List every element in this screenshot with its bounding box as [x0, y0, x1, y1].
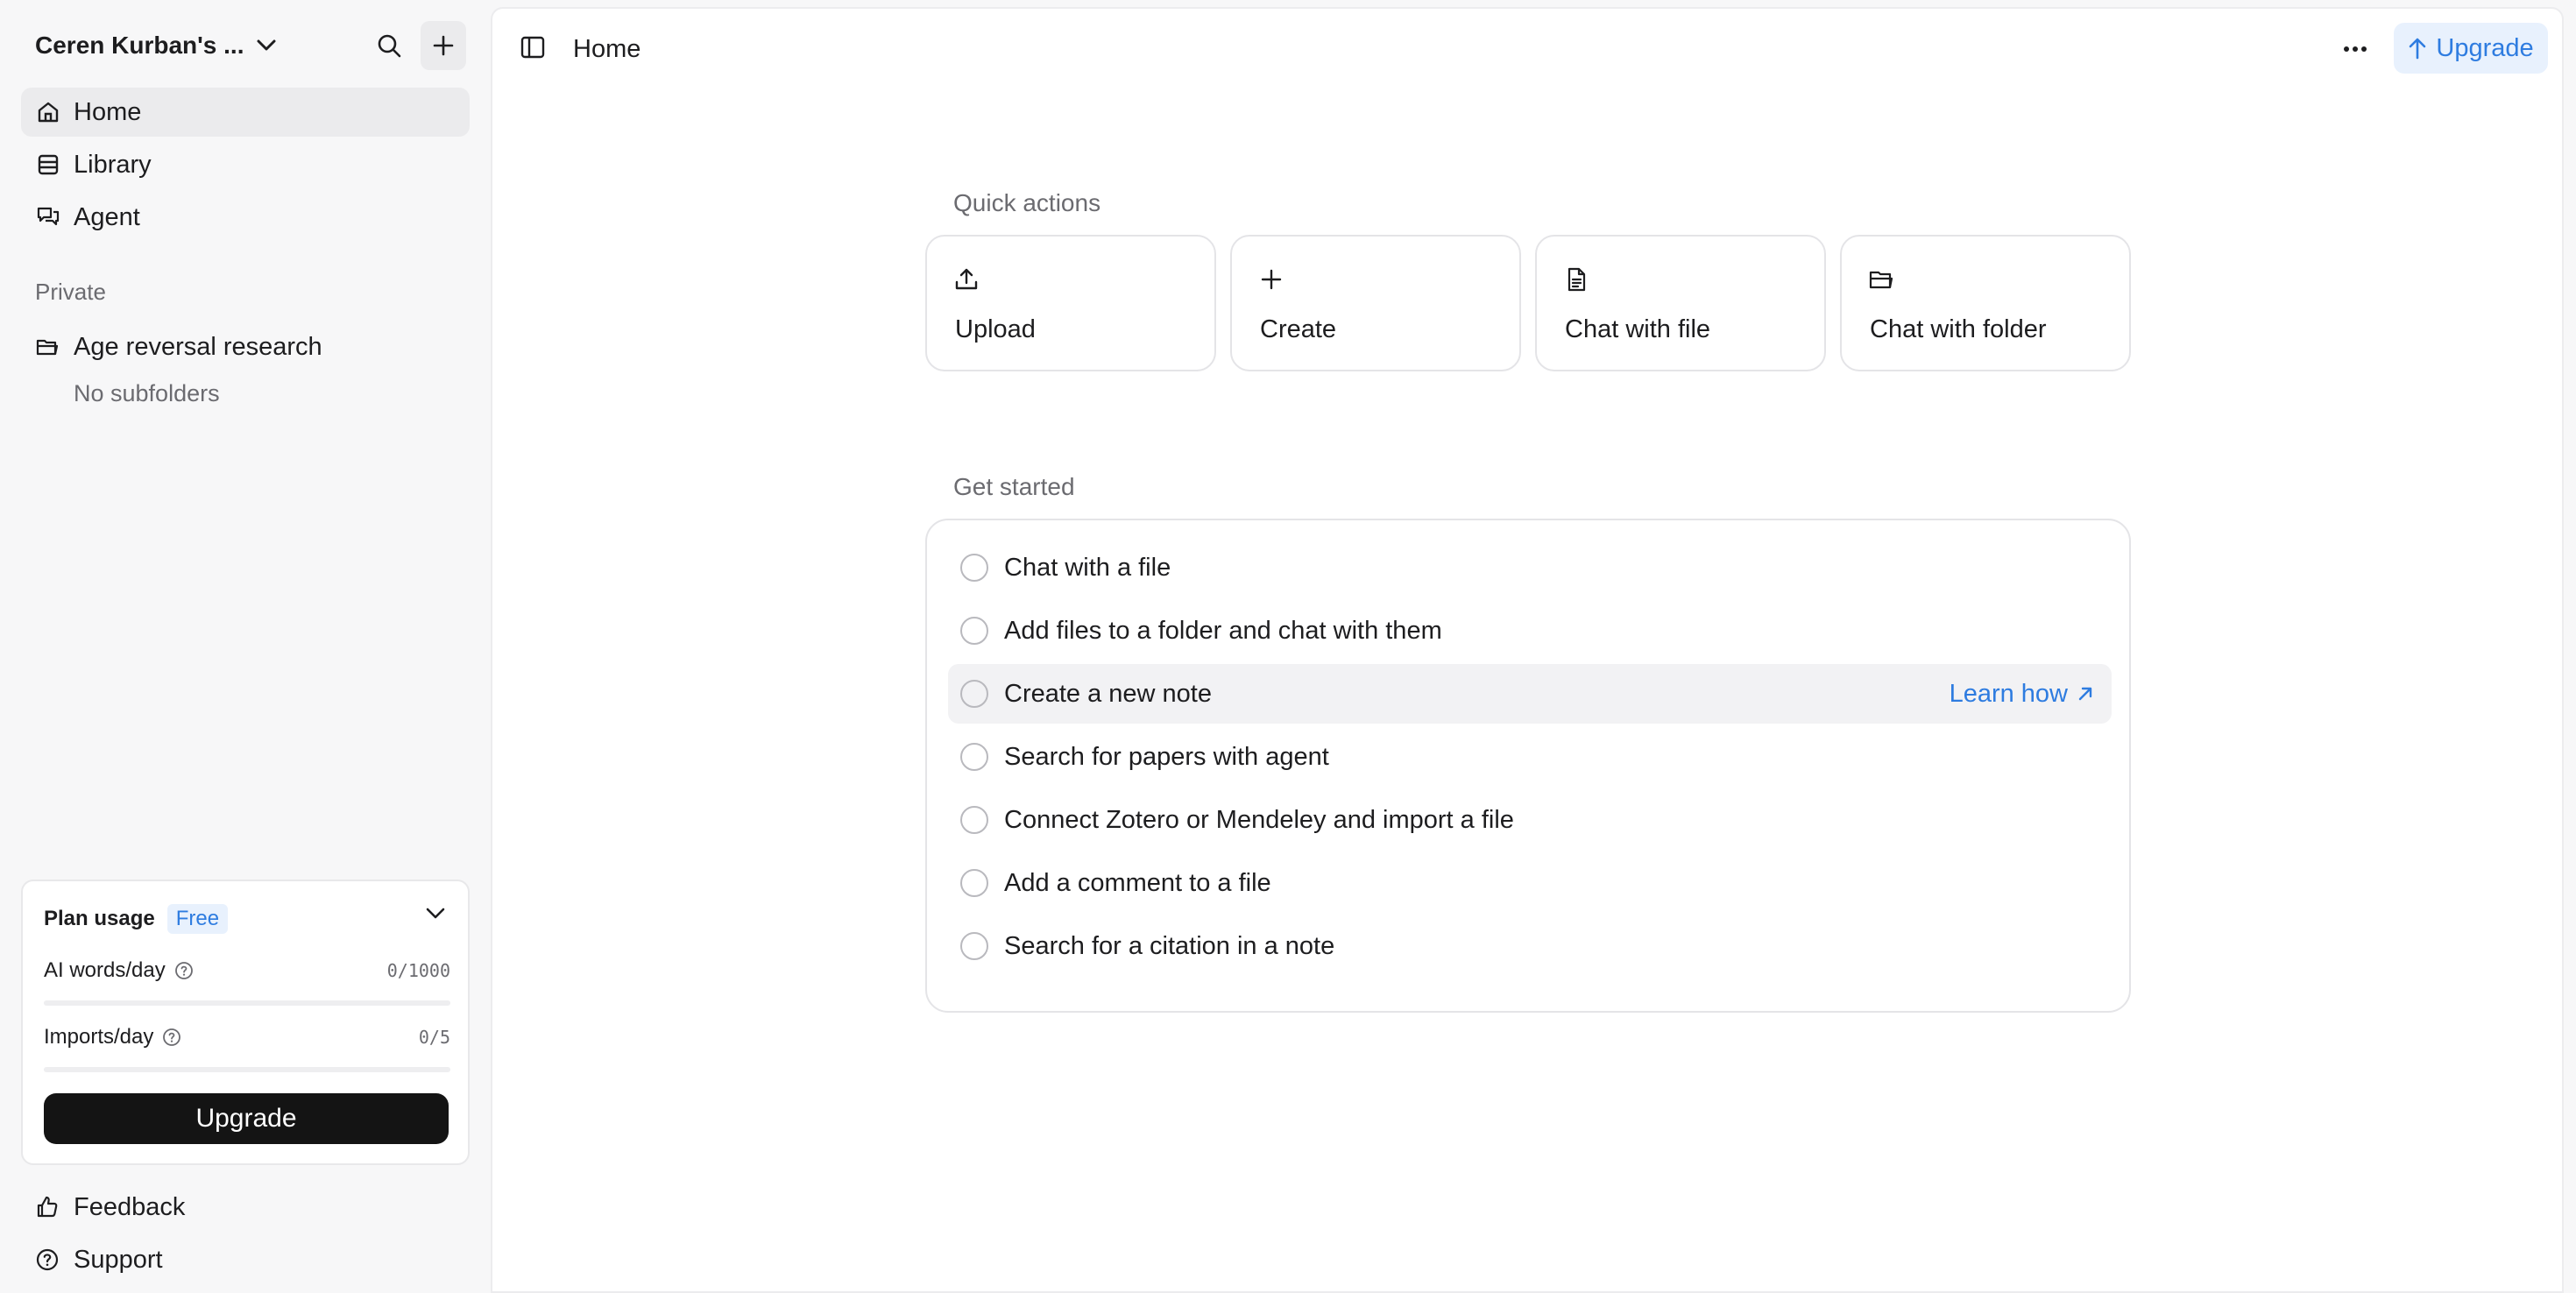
sidebar-item-label: Home	[74, 97, 142, 126]
learn-how-link[interactable]: Learn how	[1950, 680, 2094, 709]
plus-icon	[1258, 266, 1284, 293]
quick-action-chat-with-file[interactable]: Chat with file	[1535, 235, 1826, 371]
upgrade-label: Upgrade	[2436, 33, 2534, 62]
agent-icon	[35, 204, 61, 230]
quick-action-label: Create	[1260, 315, 1337, 343]
upload-icon	[953, 266, 980, 293]
checkbox-circle[interactable]	[960, 617, 988, 645]
checklist-item-label: Connect Zotero or Mendeley and import a …	[1004, 805, 1514, 834]
imports-progress	[44, 1067, 450, 1072]
workspace-name: Ceren Kurban's ...	[35, 32, 244, 59]
ai-words-row: AI words/day 0/1000	[44, 958, 450, 983]
ai-words-progress	[44, 1000, 450, 1006]
quick-actions-label: Quick actions	[953, 189, 1101, 216]
ai-words-value: 0/1000	[386, 960, 450, 981]
plan-usage-header: Plan usage Free	[44, 904, 229, 934]
checklist-item[interactable]: Add files to a folder and chat with them	[948, 601, 2112, 661]
learn-how-label: Learn how	[1949, 679, 2068, 708]
checkbox-circle[interactable]	[960, 554, 988, 582]
plan-usage-card: Plan usage Free AI words/day 0/1000 Impo…	[21, 880, 470, 1165]
help-circle-icon	[35, 1247, 61, 1273]
checkbox-circle[interactable]	[960, 869, 988, 897]
folder-item[interactable]: Age reversal research	[21, 322, 470, 371]
checklist-item[interactable]: Connect Zotero or Mendeley and import a …	[948, 790, 2112, 850]
get-started-label: Get started	[953, 473, 1075, 500]
checklist-item[interactable]: Search for a citation in a note	[948, 916, 2112, 976]
more-horizontal-icon	[2343, 46, 2367, 53]
folder-label: Age reversal research	[74, 332, 322, 361]
quick-action-label: Chat with folder	[1870, 315, 2047, 343]
support-button[interactable]: Support	[21, 1235, 470, 1284]
checklist-item-label: Add a comment to a file	[1004, 868, 1271, 897]
folder-icon	[1868, 266, 1894, 293]
checklist-item-label: Search for a citation in a note	[1004, 931, 1335, 960]
arrow-up-icon	[2408, 37, 2427, 60]
quick-action-upload[interactable]: Upload	[925, 235, 1216, 371]
home-icon	[35, 99, 61, 125]
checklist-item[interactable]: Create a new note Learn how	[948, 664, 2112, 724]
checklist-item-label: Search for papers with agent	[1004, 742, 1329, 771]
checkbox-circle[interactable]	[960, 680, 988, 708]
checklist-item-label: Chat with a file	[1004, 553, 1171, 582]
imports-value: 0/5	[418, 1027, 450, 1048]
toggle-sidebar-button[interactable]	[517, 32, 548, 63]
no-subfolders-text: No subfolders	[74, 380, 220, 406]
get-started-checklist: Chat with a file Add files to a folder a…	[925, 519, 2131, 1013]
new-item-button[interactable]	[421, 21, 466, 70]
search-icon	[376, 32, 402, 59]
file-icon	[1563, 266, 1589, 293]
sidebar-item-home[interactable]: Home	[21, 88, 470, 137]
library-icon	[35, 152, 61, 178]
external-link-icon	[2077, 685, 2094, 703]
folder-icon	[35, 334, 61, 360]
search-button[interactable]	[366, 21, 412, 70]
quick-action-label: Upload	[955, 315, 1036, 343]
feedback-button[interactable]: Feedback	[21, 1183, 470, 1232]
quick-action-chat-with-folder[interactable]: Chat with folder	[1840, 235, 2131, 371]
sidebar: Ceren Kurban's ... Home Library Agent Pr…	[0, 0, 491, 1293]
sidebar-item-label: Library	[74, 150, 152, 179]
sidebar-item-label: Agent	[74, 202, 140, 231]
quick-action-label: Chat with file	[1565, 315, 1711, 343]
checklist-item[interactable]: Add a comment to a file	[948, 853, 2112, 913]
section-label-private: Private	[35, 279, 106, 305]
checklist-item[interactable]: Chat with a file	[948, 538, 2112, 597]
main-panel: Home Upgrade Quick actions Upload Create…	[491, 7, 2564, 1293]
checklist-item[interactable]: Search for papers with agent	[948, 727, 2112, 787]
imports-label: Imports/day	[44, 1025, 154, 1049]
imports-row: Imports/day 0/5	[44, 1025, 450, 1049]
checkbox-circle[interactable]	[960, 806, 988, 834]
plus-icon	[432, 34, 455, 57]
plan-badge: Free	[166, 904, 229, 934]
chevron-down-icon	[426, 908, 445, 920]
feedback-label: Feedback	[74, 1192, 186, 1221]
collapse-plan-button[interactable]	[426, 908, 445, 920]
checkbox-circle[interactable]	[960, 743, 988, 771]
ai-words-label: AI words/day	[44, 958, 166, 982]
checkbox-circle[interactable]	[960, 932, 988, 960]
plan-usage-title: Plan usage	[44, 907, 155, 930]
thumbs-up-icon	[35, 1194, 61, 1220]
chevron-down-icon	[257, 39, 276, 52]
sidebar-toggle-icon	[520, 34, 546, 60]
sidebar-item-library[interactable]: Library	[21, 140, 470, 189]
page-title: Home	[573, 35, 641, 63]
plan-upgrade-button[interactable]: Upgrade	[44, 1093, 449, 1144]
upgrade-button[interactable]: Upgrade	[2394, 23, 2548, 74]
checklist-item-label: Create a new note	[1004, 679, 1212, 708]
sidebar-item-agent[interactable]: Agent	[21, 193, 470, 242]
support-label: Support	[74, 1245, 163, 1274]
quick-action-create[interactable]: Create	[1230, 235, 1521, 371]
more-options-button[interactable]	[2336, 32, 2374, 67]
checklist-item-label: Add files to a folder and chat with them	[1004, 616, 1442, 645]
help-circle-icon[interactable]	[162, 1028, 181, 1047]
help-circle-icon[interactable]	[174, 961, 194, 980]
